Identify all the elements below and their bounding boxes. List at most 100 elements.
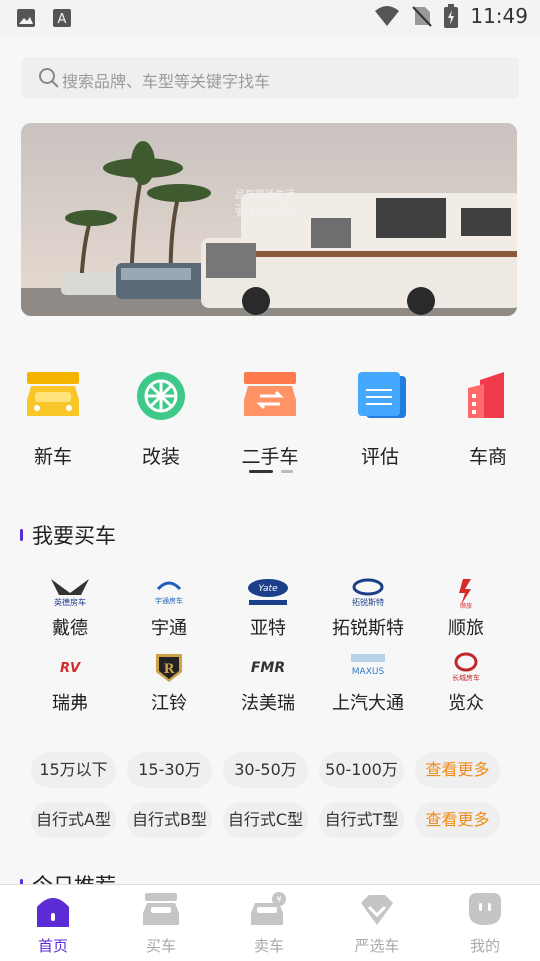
- brand-yate[interactable]: Yate 亚特: [218, 575, 318, 640]
- brand-shunlv[interactable]: 顺旅 顺旅: [416, 575, 516, 640]
- tab-profile[interactable]: 我的: [440, 891, 530, 956]
- tuoruisite-logo-icon: 拓锐斯特: [352, 578, 384, 607]
- category-label: 改装: [141, 446, 180, 468]
- yutong-logo-icon: 宇通房车: [155, 581, 183, 605]
- tab-label: 买车: [145, 937, 176, 955]
- brand-logo-text: 宇通房车: [155, 596, 183, 605]
- jiangling-logo-icon: R: [156, 654, 182, 682]
- bottom-tab-bar: 首页 买车 ¥ 卖车 严选车 我的: [0, 884, 540, 961]
- brand-yutong[interactable]: 宇通房车 宇通: [119, 575, 219, 640]
- brand-name: 览众: [448, 693, 484, 714]
- brand-tuoruisite[interactable]: 拓锐斯特 拓锐斯特: [318, 575, 418, 640]
- brand-logo-text: 顺旅: [460, 602, 472, 609]
- banner-caption-line1: 品享舒适生活: [235, 190, 295, 201]
- document-icon: [358, 372, 406, 418]
- price-filter-chip[interactable]: 50-100万: [319, 752, 404, 788]
- image-icon: [17, 9, 35, 27]
- brand-logo-text: FMR: [251, 660, 285, 676]
- tab-sell-car[interactable]: ¥ 卖车: [224, 891, 314, 956]
- search-input[interactable]: 搜索品牌、车型等关键字找车: [62, 68, 270, 92]
- brand-logo-text: R: [164, 662, 175, 677]
- type-filter-chip[interactable]: 自行式T型: [319, 802, 404, 838]
- diamond-icon: [361, 895, 393, 925]
- status-time: 11:49: [470, 4, 528, 28]
- brand-name: 宇通: [151, 618, 187, 639]
- home-icon: [37, 898, 69, 927]
- used-car-icon: [244, 372, 296, 416]
- building-icon: [468, 372, 504, 418]
- category-grid: 新车 改装 二手车 评估 车商: [0, 366, 540, 469]
- category-label: 二手车: [241, 446, 299, 468]
- brand-name: 瑞弗: [52, 693, 88, 714]
- section-buy-title: 我要买车: [20, 520, 116, 550]
- brand-logo-text: RV: [60, 661, 81, 676]
- brand-name: 上汽大通: [332, 693, 404, 714]
- tab-label: 我的: [469, 937, 500, 955]
- banner-carousel[interactable]: 品享舒适生活 安逸出行体验: [21, 123, 517, 316]
- brand-jiangling[interactable]: R 江铃: [119, 650, 219, 715]
- brand-name: 顺旅: [448, 618, 484, 639]
- type-filter-chip[interactable]: 自行式C型: [223, 802, 308, 838]
- profile-icon: [469, 893, 501, 925]
- brand-name: 戴德: [52, 618, 88, 639]
- category-evaluate[interactable]: 评估: [335, 366, 425, 469]
- brand-logo-text: 英德房车: [54, 597, 86, 607]
- price-filter-chip[interactable]: 15万以下: [31, 752, 116, 788]
- price-more-button[interactable]: 查看更多: [415, 752, 500, 788]
- tab-label: 卖车: [253, 937, 284, 955]
- search-box[interactable]: 搜索品牌、车型等关键字找车: [22, 57, 519, 99]
- tab-buy-car[interactable]: 买车: [116, 891, 206, 956]
- brand-logo-text: 长城房车: [452, 673, 480, 682]
- status-bar: A 11:49: [0, 0, 540, 36]
- fameirui-logo-icon: FMR: [251, 660, 285, 676]
- brand-name: 江铃: [151, 693, 187, 714]
- brand-maxus[interactable]: MAXUS 上汽大通: [318, 650, 418, 715]
- new-car-icon: [27, 372, 79, 416]
- yate-logo-icon: Yate: [248, 579, 288, 605]
- shunlv-logo-icon: 顺旅: [459, 579, 472, 610]
- brand-ruifu[interactable]: RV 瑞弗: [20, 650, 120, 715]
- brand-logo-text: MAXUS: [352, 667, 385, 677]
- type-filter-chip[interactable]: 自行式B型: [127, 802, 212, 838]
- wheel-icon: [137, 372, 185, 420]
- category-dealer[interactable]: 车商: [443, 366, 533, 469]
- wifi-icon: [375, 6, 400, 26]
- tab-home[interactable]: 首页: [8, 891, 98, 956]
- price-filter-chip[interactable]: 30-50万: [223, 752, 308, 788]
- font-icon: A: [53, 9, 71, 27]
- page-dot: [281, 470, 293, 473]
- section-marker: [20, 529, 23, 541]
- section-title-text: 我要买车: [32, 524, 116, 548]
- ruifu-logo-icon: RV: [60, 661, 81, 676]
- category-modify[interactable]: 改装: [116, 366, 206, 469]
- price-filter-chip[interactable]: 15-30万: [127, 752, 212, 788]
- tab-selected-car[interactable]: 严选车: [332, 891, 422, 956]
- page-dot-active: [249, 470, 273, 473]
- daide-logo-icon: 英德房车: [51, 579, 89, 607]
- banner-caption: 品享舒适生活 安逸出行体验: [235, 187, 295, 223]
- car-icon: [143, 893, 179, 925]
- banner-caption-line2: 安逸出行体验: [235, 208, 295, 219]
- brand-fameirui[interactable]: FMR 法美瑞: [218, 650, 318, 715]
- category-new-car[interactable]: 新车: [8, 366, 98, 469]
- brand-logo-text: Yate: [258, 584, 278, 594]
- brand-daide[interactable]: 英德房车 戴德: [20, 575, 120, 640]
- brand-name: 拓锐斯特: [332, 618, 404, 639]
- category-label: 新车: [33, 446, 72, 468]
- no-sim-icon: [412, 6, 433, 27]
- sell-car-icon: ¥: [251, 892, 286, 925]
- category-used-car[interactable]: 二手车: [225, 366, 315, 469]
- maxus-logo-icon: MAXUS: [351, 654, 385, 677]
- category-page-indicator: [249, 470, 293, 473]
- tab-label: 首页: [37, 937, 68, 955]
- brand-lanzhong[interactable]: 长城房车 览众: [416, 650, 516, 715]
- category-label: 车商: [468, 446, 507, 468]
- svg-text:¥: ¥: [276, 895, 281, 904]
- search-icon: [39, 68, 59, 88]
- svg-text:A: A: [58, 12, 67, 27]
- type-filter-chip[interactable]: 自行式A型: [31, 802, 116, 838]
- brand-name: 法美瑞: [241, 693, 295, 714]
- type-more-button[interactable]: 查看更多: [415, 802, 500, 838]
- brand-name: 亚特: [250, 618, 286, 639]
- battery-icon: [444, 4, 459, 28]
